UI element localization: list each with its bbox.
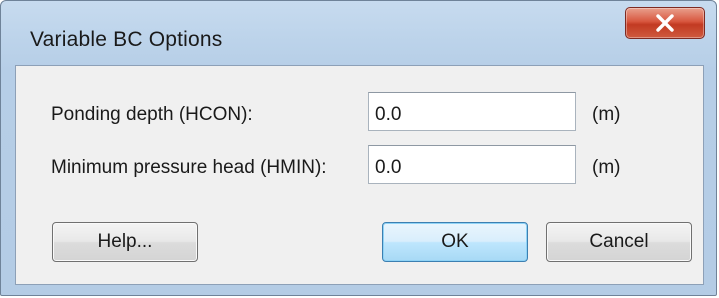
cancel-button[interactable]: Cancel xyxy=(546,222,692,262)
min-pressure-head-input[interactable] xyxy=(368,145,576,184)
min-pressure-head-label: Minimum pressure head (HMIN): xyxy=(51,157,327,178)
ponding-depth-unit: (m) xyxy=(592,104,621,125)
ponding-depth-input[interactable] xyxy=(368,92,576,131)
ponding-depth-label: Ponding depth (HCON): xyxy=(51,104,253,125)
min-pressure-head-unit: (m) xyxy=(592,157,621,178)
window-title: Variable BC Options xyxy=(30,28,223,51)
ok-button[interactable]: OK xyxy=(382,222,528,262)
close-x-icon xyxy=(656,14,674,32)
title-bar[interactable]: Variable BC Options xyxy=(1,1,716,63)
dialog-window: Variable BC Options Ponding depth (HCON)… xyxy=(0,0,717,296)
help-button[interactable]: Help... xyxy=(52,222,198,262)
close-button[interactable] xyxy=(625,7,705,39)
dialog-body: Ponding depth (HCON): (m) Minimum pressu… xyxy=(15,65,704,285)
